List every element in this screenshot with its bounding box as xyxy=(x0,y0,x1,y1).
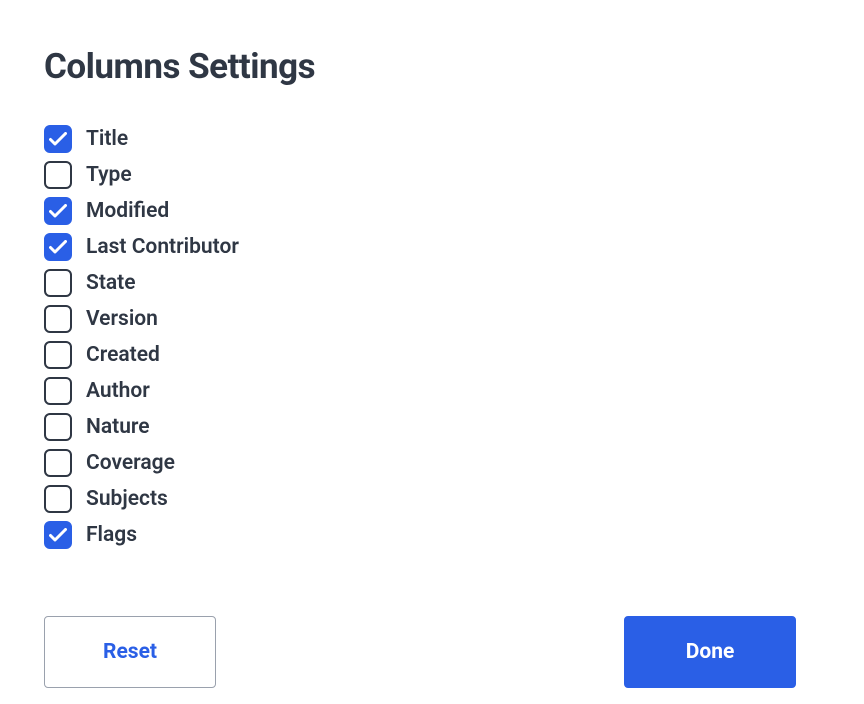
options-list: Title Type Modified Last Contributor State Ve… xyxy=(44,121,796,553)
option-label[interactable]: Last Contributor xyxy=(86,235,239,259)
checkbox[interactable] xyxy=(44,125,72,153)
done-button[interactable]: Done xyxy=(624,616,796,688)
option-row: Coverage xyxy=(44,445,796,481)
checkbox[interactable] xyxy=(44,305,72,333)
checkbox[interactable] xyxy=(44,233,72,261)
option-row: Author xyxy=(44,373,796,409)
option-row: Version xyxy=(44,301,796,337)
option-label[interactable]: Subjects xyxy=(86,487,168,511)
option-label[interactable]: Coverage xyxy=(86,451,175,475)
checkbox[interactable] xyxy=(44,413,72,441)
option-row: Created xyxy=(44,337,796,373)
check-icon xyxy=(49,528,67,542)
option-row: Last Contributor xyxy=(44,229,796,265)
checkbox[interactable] xyxy=(44,341,72,369)
columns-settings-panel: Columns Settings Title Type Modified Last C… xyxy=(44,46,796,553)
page-title: Columns Settings xyxy=(44,46,796,87)
reset-button[interactable]: Reset xyxy=(44,616,216,688)
option-row: State xyxy=(44,265,796,301)
option-label[interactable]: Author xyxy=(86,379,150,403)
option-label[interactable]: Modified xyxy=(86,199,169,223)
option-label[interactable]: State xyxy=(86,271,136,295)
checkbox[interactable] xyxy=(44,377,72,405)
checkbox[interactable] xyxy=(44,197,72,225)
option-label[interactable]: Created xyxy=(86,343,160,367)
checkbox[interactable] xyxy=(44,161,72,189)
dialog-footer: Reset Done xyxy=(44,616,796,688)
option-row: Subjects xyxy=(44,481,796,517)
option-label[interactable]: Title xyxy=(86,127,128,151)
option-row: Title xyxy=(44,121,796,157)
option-label[interactable]: Flags xyxy=(86,523,137,547)
check-icon xyxy=(49,240,67,254)
checkbox[interactable] xyxy=(44,485,72,513)
option-label[interactable]: Type xyxy=(86,163,132,187)
checkbox[interactable] xyxy=(44,449,72,477)
checkbox[interactable] xyxy=(44,521,72,549)
option-label[interactable]: Version xyxy=(86,307,158,331)
check-icon xyxy=(49,132,67,146)
option-row: Flags xyxy=(44,517,796,553)
option-label[interactable]: Nature xyxy=(86,415,150,439)
checkbox[interactable] xyxy=(44,269,72,297)
option-row: Type xyxy=(44,157,796,193)
option-row: Modified xyxy=(44,193,796,229)
option-row: Nature xyxy=(44,409,796,445)
check-icon xyxy=(49,204,67,218)
